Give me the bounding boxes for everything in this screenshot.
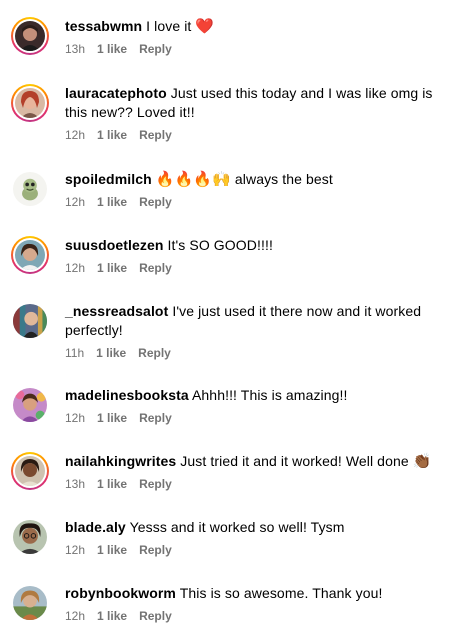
heart-emoji: ❤️	[195, 18, 215, 35]
comment-username[interactable]: spoiledmilch	[65, 171, 152, 187]
likes-count[interactable]: 1 like	[97, 42, 127, 57]
clapping-hands-emoji: 👏🏾	[412, 453, 432, 470]
comment-username[interactable]: madelinesbooksta	[65, 387, 189, 403]
likes-count[interactable]: 1 like	[97, 128, 127, 143]
avatar[interactable]	[11, 452, 49, 490]
comment-text: This is so awesome. Thank you!	[179, 585, 383, 601]
likes-count[interactable]: 1 like	[97, 477, 127, 492]
comment-time: 12h	[65, 543, 86, 557]
likes-count[interactable]: 1 like	[97, 411, 127, 426]
avatar[interactable]	[11, 302, 49, 340]
reply-button[interactable]: Reply	[139, 543, 172, 558]
comment-item: madelinesbooksta Ahhh!!! This is amazing…	[0, 386, 465, 426]
comment-username[interactable]: lauracatephoto	[65, 85, 167, 101]
comment-time: 11h	[65, 346, 85, 360]
fire-emoji: 🔥🔥🔥🙌	[155, 171, 231, 188]
likes-count[interactable]: 1 like	[97, 261, 127, 276]
reply-button[interactable]: Reply	[139, 42, 172, 57]
comment-item: tessabwmn I love it ❤️ 13h 1 like Reply	[0, 17, 465, 57]
comment-item: nailahkingwrites Just tried it and it wo…	[0, 452, 465, 492]
avatar[interactable]	[11, 584, 49, 622]
likes-count[interactable]: 1 like	[96, 346, 126, 361]
comment-item: spoiledmilch 🔥🔥🔥🙌 always the best 12h 1 …	[0, 170, 465, 210]
comment-username[interactable]: nailahkingwrites	[65, 453, 176, 469]
reply-button[interactable]: Reply	[139, 128, 172, 143]
comment-time: 12h	[65, 261, 86, 275]
avatar[interactable]	[11, 236, 49, 274]
comment-time: 12h	[65, 609, 86, 623]
comment-username[interactable]: blade.aly	[65, 519, 126, 535]
comment-time: 12h	[65, 128, 86, 142]
avatar[interactable]	[11, 170, 49, 208]
comment-text: always the best	[234, 171, 333, 187]
comment-time: 13h	[65, 477, 86, 491]
reply-button[interactable]: Reply	[139, 261, 172, 276]
avatar[interactable]	[11, 386, 49, 424]
reply-button[interactable]: Reply	[138, 346, 171, 361]
comment-text: It's SO GOOD!!!!	[167, 237, 273, 253]
reply-button[interactable]: Reply	[139, 477, 172, 492]
comment-time: 12h	[65, 411, 86, 425]
comment-text: Just tried it and it worked! Well done	[180, 453, 409, 469]
comment-username[interactable]: tessabwmn	[65, 18, 142, 34]
comment-item: blade.aly Yesss and it worked so well! T…	[0, 518, 465, 558]
avatar[interactable]	[11, 84, 49, 122]
comment-time: 12h	[65, 195, 86, 209]
reply-button[interactable]: Reply	[139, 411, 172, 426]
likes-count[interactable]: 1 like	[97, 195, 127, 210]
comment-username[interactable]: robynbookworm	[65, 585, 176, 601]
comment-time: 13h	[65, 42, 86, 56]
comment-item: lauracatephoto Just used this today and …	[0, 84, 465, 143]
comment-username[interactable]: suusdoetlezen	[65, 237, 164, 253]
comment-item: robynbookworm This is so awesome. Thank …	[0, 584, 465, 624]
avatar[interactable]	[11, 518, 49, 556]
reply-button[interactable]: Reply	[139, 195, 172, 210]
comment-item: suusdoetlezen It's SO GOOD!!!! 12h 1 lik…	[0, 236, 465, 276]
likes-count[interactable]: 1 like	[97, 609, 127, 624]
avatar[interactable]	[11, 17, 49, 55]
comment-username[interactable]: _nessreadsalot	[65, 303, 168, 319]
comment-item: _nessreadsalot I've just used it there n…	[0, 302, 465, 361]
comment-list: tessabwmn I love it ❤️ 13h 1 like Reply …	[0, 0, 465, 642]
reply-button[interactable]: Reply	[139, 609, 172, 624]
comment-text: I love it	[146, 18, 192, 34]
comment-text: Yesss and it worked so well! Tysm	[129, 519, 345, 535]
comment-text: Ahhh!!! This is amazing!!	[191, 387, 348, 403]
likes-count[interactable]: 1 like	[97, 543, 127, 558]
